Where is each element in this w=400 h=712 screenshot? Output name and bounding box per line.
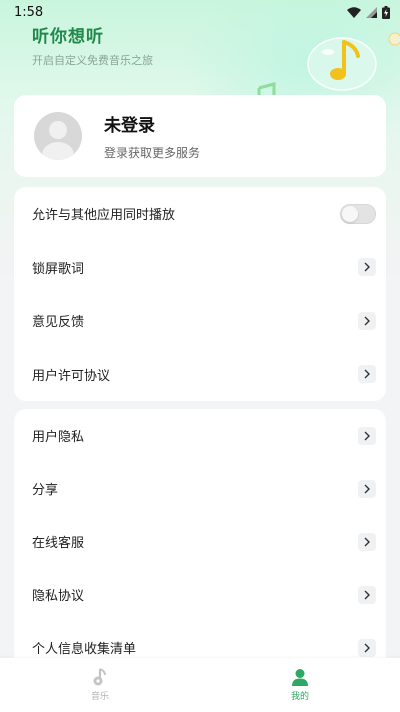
menu-item-online-support[interactable]: 在线客服 — [14, 515, 386, 568]
chevron-right-icon — [358, 585, 376, 604]
chevron-right-icon — [358, 311, 376, 330]
signal-icon — [366, 6, 377, 18]
chevron-right-icon — [358, 365, 376, 384]
profile-card[interactable]: 未登录 登录获取更多服务 — [14, 95, 386, 177]
menu-item-label: 允许与其他应用同时播放 — [32, 208, 176, 224]
chevron-right-icon — [358, 258, 376, 277]
settings-group-2: 用户隐私 分享 在线客服 隐私协议 个人信息收集清单 — [14, 409, 386, 669]
avatar — [34, 112, 82, 160]
profile-name: 未登录 — [104, 116, 155, 136]
small-bubble-decoration — [388, 32, 400, 46]
status-time: 1:58 — [14, 4, 44, 20]
menu-item-label: 个人信息收集清单 — [32, 642, 137, 657]
menu-item-label: 在线客服 — [32, 536, 85, 551]
menu-item-label: 意见反馈 — [32, 315, 85, 331]
tab-music[interactable]: 音乐 — [0, 658, 200, 712]
chevron-right-icon — [358, 479, 376, 498]
menu-item-label: 隐私协议 — [32, 589, 85, 604]
music-note-icon — [93, 668, 106, 686]
menu-item-privacy-policy[interactable]: 隐私协议 — [14, 568, 386, 621]
menu-item-label: 锁屏歌词 — [32, 261, 85, 277]
profile-subtitle: 登录获取更多服务 — [104, 146, 201, 160]
status-icons — [347, 5, 390, 19]
menu-item-allow-concurrent-playback: 允许与其他应用同时播放 — [14, 187, 386, 241]
menu-item-share[interactable]: 分享 — [14, 462, 386, 515]
settings-group-1: 允许与其他应用同时播放 锁屏歌词 意见反馈 用户许可协议 — [14, 187, 386, 401]
tab-mine[interactable]: 我的 — [200, 658, 400, 712]
menu-item-lockscreen-lyrics[interactable]: 锁屏歌词 — [14, 241, 386, 295]
menu-item-feedback[interactable]: 意见反馈 — [14, 294, 386, 348]
app-title: 听你想听 — [32, 27, 104, 47]
menu-item-label: 用户隐私 — [32, 430, 85, 445]
concurrent-playback-toggle[interactable] — [340, 203, 376, 224]
tab-label: 音乐 — [90, 692, 109, 702]
menu-item-label: 用户许可协议 — [32, 368, 111, 384]
battery-icon — [382, 5, 390, 19]
chevron-right-icon — [358, 638, 376, 657]
app-subtitle: 开启自定义免费音乐之旅 — [32, 54, 153, 67]
menu-item-user-privacy[interactable]: 用户隐私 — [14, 409, 386, 462]
music-bubble-decoration — [307, 37, 377, 91]
bottom-tab-bar: 音乐 我的 — [0, 658, 400, 712]
status-bar: 1:58 — [0, 0, 400, 24]
chevron-right-icon — [358, 426, 376, 445]
menu-item-label: 分享 — [32, 483, 59, 498]
menu-item-user-license[interactable]: 用户许可协议 — [14, 348, 386, 402]
wifi-icon — [347, 6, 361, 18]
chevron-right-icon — [358, 532, 376, 551]
user-icon — [292, 669, 308, 686]
tab-label: 我的 — [290, 692, 309, 702]
